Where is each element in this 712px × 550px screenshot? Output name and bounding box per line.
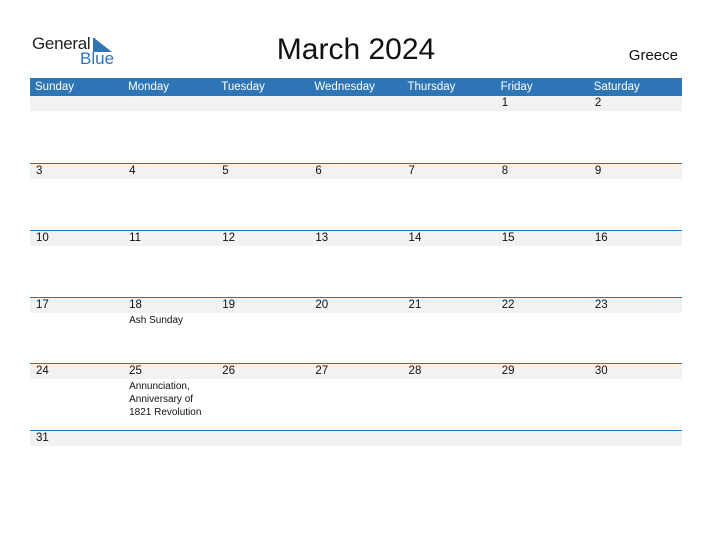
day-cell: 22 [496, 298, 589, 364]
day-number: 3 [36, 165, 43, 177]
day-cell: 10 [30, 231, 123, 297]
day-cell: 16 [589, 231, 682, 297]
weekday-sunday: Sunday [35, 81, 75, 93]
day-cell: 7 [403, 164, 496, 230]
day-cell: 28 [403, 364, 496, 430]
day-cell: 17 [30, 298, 123, 364]
day-number: 4 [129, 165, 136, 177]
day-number: 17 [36, 299, 49, 311]
day-number: 24 [36, 365, 49, 377]
day-cell: 21 [403, 298, 496, 364]
day-number: 31 [36, 432, 49, 444]
day-number: 1 [501, 97, 509, 109]
day-cell [30, 96, 123, 162]
day-number: 13 [315, 232, 329, 244]
week-row: 3 4 5 6 7 8 9 [30, 163, 682, 231]
day-cell: 11 [123, 231, 216, 297]
day-cell: 4 [123, 164, 216, 230]
day-cell [309, 431, 402, 497]
day-cell: 12 [216, 231, 309, 297]
day-number: 16 [594, 232, 608, 244]
day-number: 5 [222, 165, 229, 177]
day-number: 20 [315, 299, 329, 311]
day-number: 18 [129, 299, 142, 311]
day-number: 14 [408, 232, 422, 244]
day-cell: 30 [589, 364, 682, 430]
weekday-header: Sunday Monday Tuesday Wednesday Thursday… [30, 78, 682, 96]
day-cell: 1 [496, 96, 589, 162]
day-number: 8 [501, 165, 509, 177]
day-number: 12 [222, 232, 236, 244]
day-cell [589, 431, 682, 497]
day-cell: 26 [216, 364, 309, 430]
day-cell: 15 [496, 231, 589, 297]
day-cell: 5 [216, 164, 309, 230]
day-number: 7 [408, 165, 415, 177]
day-cell: 27 [309, 364, 402, 430]
day-number: 11 [129, 232, 142, 244]
day-number: 22 [501, 299, 515, 311]
day-cell: 14 [403, 231, 496, 297]
day-cell: 29 [496, 364, 589, 430]
week-row: 24 25 Annunciation, Anniversary of 1821 Re… [30, 363, 682, 431]
day-number: 9 [594, 165, 602, 177]
day-number: 26 [222, 365, 236, 377]
day-cell: 24 [30, 364, 123, 430]
weekday-wednesday: Wednesday [314, 81, 375, 93]
day-cell: 23 [589, 298, 682, 364]
day-cell: 6 [309, 164, 402, 230]
week-row: 12 [30, 96, 682, 163]
day-number: 30 [594, 365, 608, 377]
day-cell: 3 [30, 164, 123, 230]
day-number: 29 [501, 365, 515, 377]
day-number: 21 [408, 299, 422, 311]
day-cell: 18 Ash Sunday [123, 298, 216, 364]
day-number: 6 [315, 165, 322, 177]
day-number: 23 [594, 299, 608, 311]
day-cell: 9 [589, 164, 682, 230]
day-cell [123, 431, 216, 497]
day-cell: 13 [309, 231, 402, 297]
day-cell [309, 96, 402, 162]
day-cell [403, 431, 496, 497]
weekday-friday: Friday [500, 81, 533, 93]
day-cell: 2 [589, 96, 682, 162]
day-number: 10 [36, 232, 49, 244]
day-number: 15 [501, 232, 515, 244]
day-cell: 31 [30, 431, 123, 497]
holiday-label: Annunciation, Anniversary of 1821 Revolu… [129, 381, 202, 418]
day-cell: 8 [496, 164, 589, 230]
weekday-thursday: Thursday [407, 81, 456, 93]
week-row: 10 11 12 13 14 15 16 [30, 230, 682, 298]
day-number: 25 [129, 365, 142, 377]
holiday-label: Ash Sunday [129, 315, 184, 326]
day-cell: 20 [309, 298, 402, 364]
day-number: 28 [408, 365, 422, 377]
day-cell: 25 Annunciation, Anniversary of 1821 Revo… [123, 364, 216, 430]
day-number: 2 [594, 97, 602, 109]
day-number: 19 [222, 299, 236, 311]
day-cell: 19 [216, 298, 309, 364]
week-row: 17 18 Ash Sunday 19 20 21 22 23 [30, 297, 682, 365]
weekday-monday: Monday [128, 81, 170, 93]
day-cell [216, 96, 309, 162]
day-cell [216, 431, 309, 497]
weekday-saturday: Saturday [593, 81, 640, 93]
page-title: March 2024 [276, 33, 436, 66]
country-label: Greece [628, 47, 678, 64]
day-number: 27 [315, 365, 329, 377]
day-cell [123, 96, 216, 162]
weekday-tuesday: Tuesday [221, 81, 265, 93]
week-row: 31 [30, 430, 682, 498]
day-cell [496, 431, 589, 497]
day-cell [403, 96, 496, 162]
